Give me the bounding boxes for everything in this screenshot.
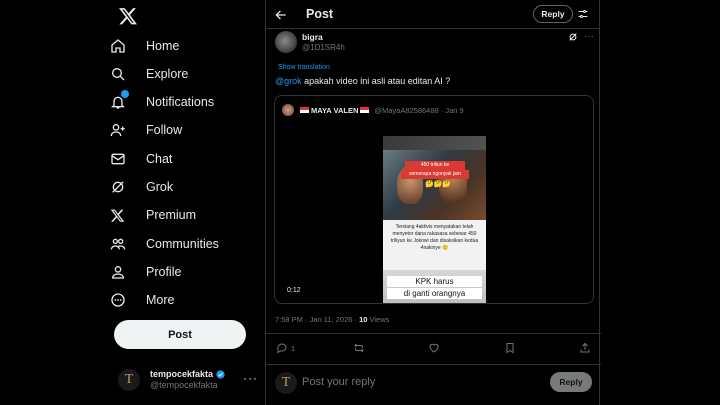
tweet-timestamp[interactable]: 7:58 PM · Jan 11, 2026 · [275,315,359,324]
share-icon [580,342,590,353]
reply-icon [277,343,287,354]
mail-icon [110,149,138,169]
x-logo-icon[interactable] [118,6,138,26]
nav-follow[interactable]: Follow [110,117,182,143]
share-action[interactable] [579,342,591,354]
tweet-body: apakah video ini asli atau editan AI ? [301,76,451,86]
nav-follow-label: Follow [146,123,183,137]
author-handle[interactable]: @1D1SR4h [302,43,345,52]
nav-grok[interactable]: Grok [110,174,173,200]
account-username: @tempocekfakta [150,380,218,390]
heart-icon [429,343,439,353]
video-red-banner: 450 triliun ke [405,161,465,170]
divider [266,333,601,334]
repost-action[interactable] [353,342,365,354]
page-title: Post [306,7,334,21]
more-circle-icon [110,290,138,310]
sidebar: Home Explore Notifications Follow Chat G… [104,0,264,405]
reply-button[interactable]: Reply [550,372,592,392]
nav-premium-label: Premium [146,208,197,222]
author-avatar[interactable] [275,31,297,53]
post-header: Post Reply [266,0,599,29]
video-body-text: Tersiang 4aktivis menyatakan telah menye… [390,224,479,251]
reply-input[interactable]: Post your reply [302,376,375,388]
quote-meta: @MayaA82586488 · Jan 9 [374,105,464,115]
nav-profile-label: Profile [146,265,182,279]
bookmark-action[interactable] [504,342,516,354]
views-label: Views [367,315,390,324]
nav-home[interactable]: Home [110,33,179,59]
nav-explore-label: Explore [146,67,189,81]
x-logo-icon [110,205,138,225]
follow-icon [110,120,138,140]
nav-more[interactable]: More [110,287,174,313]
more-options-icon[interactable]: ··· [584,31,594,42]
nav-home-label: Home [146,39,180,53]
show-translation-link[interactable]: Show translation [278,64,330,71]
nav-grok-label: Grok [146,180,174,194]
avatar: T [275,372,297,394]
search-icon [110,64,138,84]
avatar: T [118,369,140,391]
like-action[interactable] [428,342,440,354]
quoted-tweet[interactable]: MAYA VALEN @MayaA82586488 · Jan 9 450 tr… [274,95,594,304]
post-button[interactable]: Post [114,320,246,349]
notification-badge [121,90,129,98]
nav-notifications[interactable]: Notifications [110,89,214,115]
verified-badge-icon [216,370,225,379]
account-display-name: tempocekfakta [150,369,214,379]
nav-chat[interactable]: Chat [110,146,172,172]
post-detail-column: Post Reply bigra @1D1SR4h ··· Show trans… [265,0,601,405]
tweet-text: @grok apakah video ini asli atau editan … [275,76,450,86]
nav-premium[interactable]: Premium [110,202,196,228]
repost-icon [354,343,364,353]
nav-communities[interactable]: Communities [110,231,219,257]
reply-header-button[interactable]: Reply [533,5,573,23]
nav-explore[interactable]: Explore [110,61,188,87]
video-top-band [383,136,486,150]
nav-communities-label: Communities [146,237,219,251]
account-switcher[interactable]: T tempocekfakta @tempocekfakta ··· [118,367,264,393]
more-options-icon[interactable]: ··· [243,371,258,385]
home-icon [110,36,138,56]
nav-more-label: More [146,293,175,307]
reply-settings-icon[interactable] [577,8,589,20]
tweet-author: bigra @1D1SR4h ··· [275,31,595,57]
video-player[interactable]: 450 triliun ke semerapa ngonyak jam 🤔🤔🤔 … [383,136,486,303]
video-duration: 0:12 [287,287,301,294]
reply-action[interactable]: 1 [276,342,295,354]
quote-author-name: MAYA VALEN [311,105,359,115]
nav-chat-label: Chat [146,152,173,166]
grok-icon[interactable] [568,32,578,42]
profile-icon [110,262,138,282]
nav-notifications-label: Notifications [146,95,215,109]
quote-avatar [282,104,294,116]
tweet-actions: 1 [266,339,601,359]
quote-header: MAYA VALEN @MayaA82586488 · Jan 9 [282,104,464,116]
reply-composer: T Post your reply Reply [275,370,595,396]
bookmark-icon [506,343,514,354]
mention-link[interactable]: @grok [275,76,302,86]
video-caption: KPK harus [387,276,482,287]
grok-icon [110,177,138,197]
video-red-banner: semerapa ngonyak jam [401,170,469,179]
indonesia-flag-icon [300,107,309,113]
tweet-meta: 7:58 PM · Jan 11, 2026 · 10 Views [275,315,389,324]
divider [266,364,601,365]
indonesia-flag-icon [360,107,370,113]
reply-count: 1 [291,343,296,353]
author-name[interactable]: bigra [302,32,323,42]
video-emoji: 🤔🤔🤔 [425,181,452,188]
video-caption: di ganti orangnya [387,288,482,299]
nav-profile[interactable]: Profile [110,259,181,285]
back-arrow-icon[interactable] [274,8,288,22]
bell-icon [110,90,138,112]
communities-icon [110,234,138,254]
